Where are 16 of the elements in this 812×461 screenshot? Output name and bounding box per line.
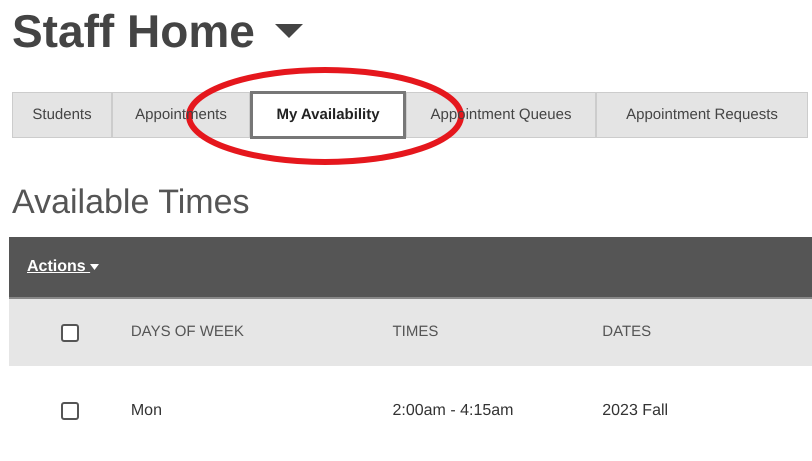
column-header: DAYS OF WEEK <box>130 323 244 340</box>
checkbox[interactable] <box>60 324 79 342</box>
table-cell: 2:00am - 4:15am <box>392 402 514 419</box>
table-cell: 2023 Fall <box>602 402 668 419</box>
column-header: TIMES <box>392 323 438 340</box>
caret-icon[interactable] <box>274 24 303 38</box>
tab[interactable]: My Availability <box>250 91 406 139</box>
section-title: Available Times <box>12 185 250 219</box>
actions-menu[interactable]: Actions <box>27 255 100 279</box>
tab[interactable]: Students <box>12 92 112 138</box>
page-title: Staff Home <box>12 8 255 54</box>
table-cell: Mon <box>130 402 162 419</box>
column-header: DATES <box>602 323 652 340</box>
checkbox[interactable] <box>60 402 79 420</box>
caret-icon <box>90 264 100 270</box>
tab[interactable]: Appointment Requests <box>596 92 808 138</box>
